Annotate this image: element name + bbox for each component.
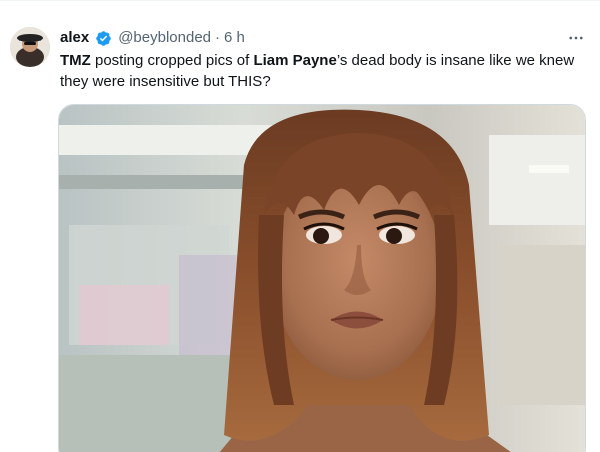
- tweet-card[interactable]: alex @beyblonded · 6 h TMZ posting cropp…: [0, 0, 600, 452]
- tweet-timestamp[interactable]: 6 h: [224, 28, 245, 48]
- avatar-image: [10, 27, 50, 67]
- reaction-photo: [59, 105, 585, 452]
- more-options-icon[interactable]: [564, 26, 588, 50]
- author-handle[interactable]: @beyblonded: [118, 28, 211, 48]
- avatar[interactable]: [10, 27, 50, 67]
- tweet-header: alex @beyblonded · 6 h: [60, 28, 245, 48]
- author-display-name[interactable]: alex: [60, 28, 89, 48]
- tweet-text-bold-name: Liam Payne: [253, 52, 337, 69]
- tweet-text-bold-tmz: TMZ: [60, 52, 91, 69]
- separator-dot: ·: [215, 29, 221, 46]
- tweet-text: TMZ posting cropped pics of Liam Payne’s…: [60, 50, 580, 92]
- tweet-text-segment: posting cropped pics of: [90, 52, 254, 69]
- tweet-media-photo[interactable]: [58, 104, 586, 452]
- verified-badge-icon[interactable]: [95, 30, 112, 47]
